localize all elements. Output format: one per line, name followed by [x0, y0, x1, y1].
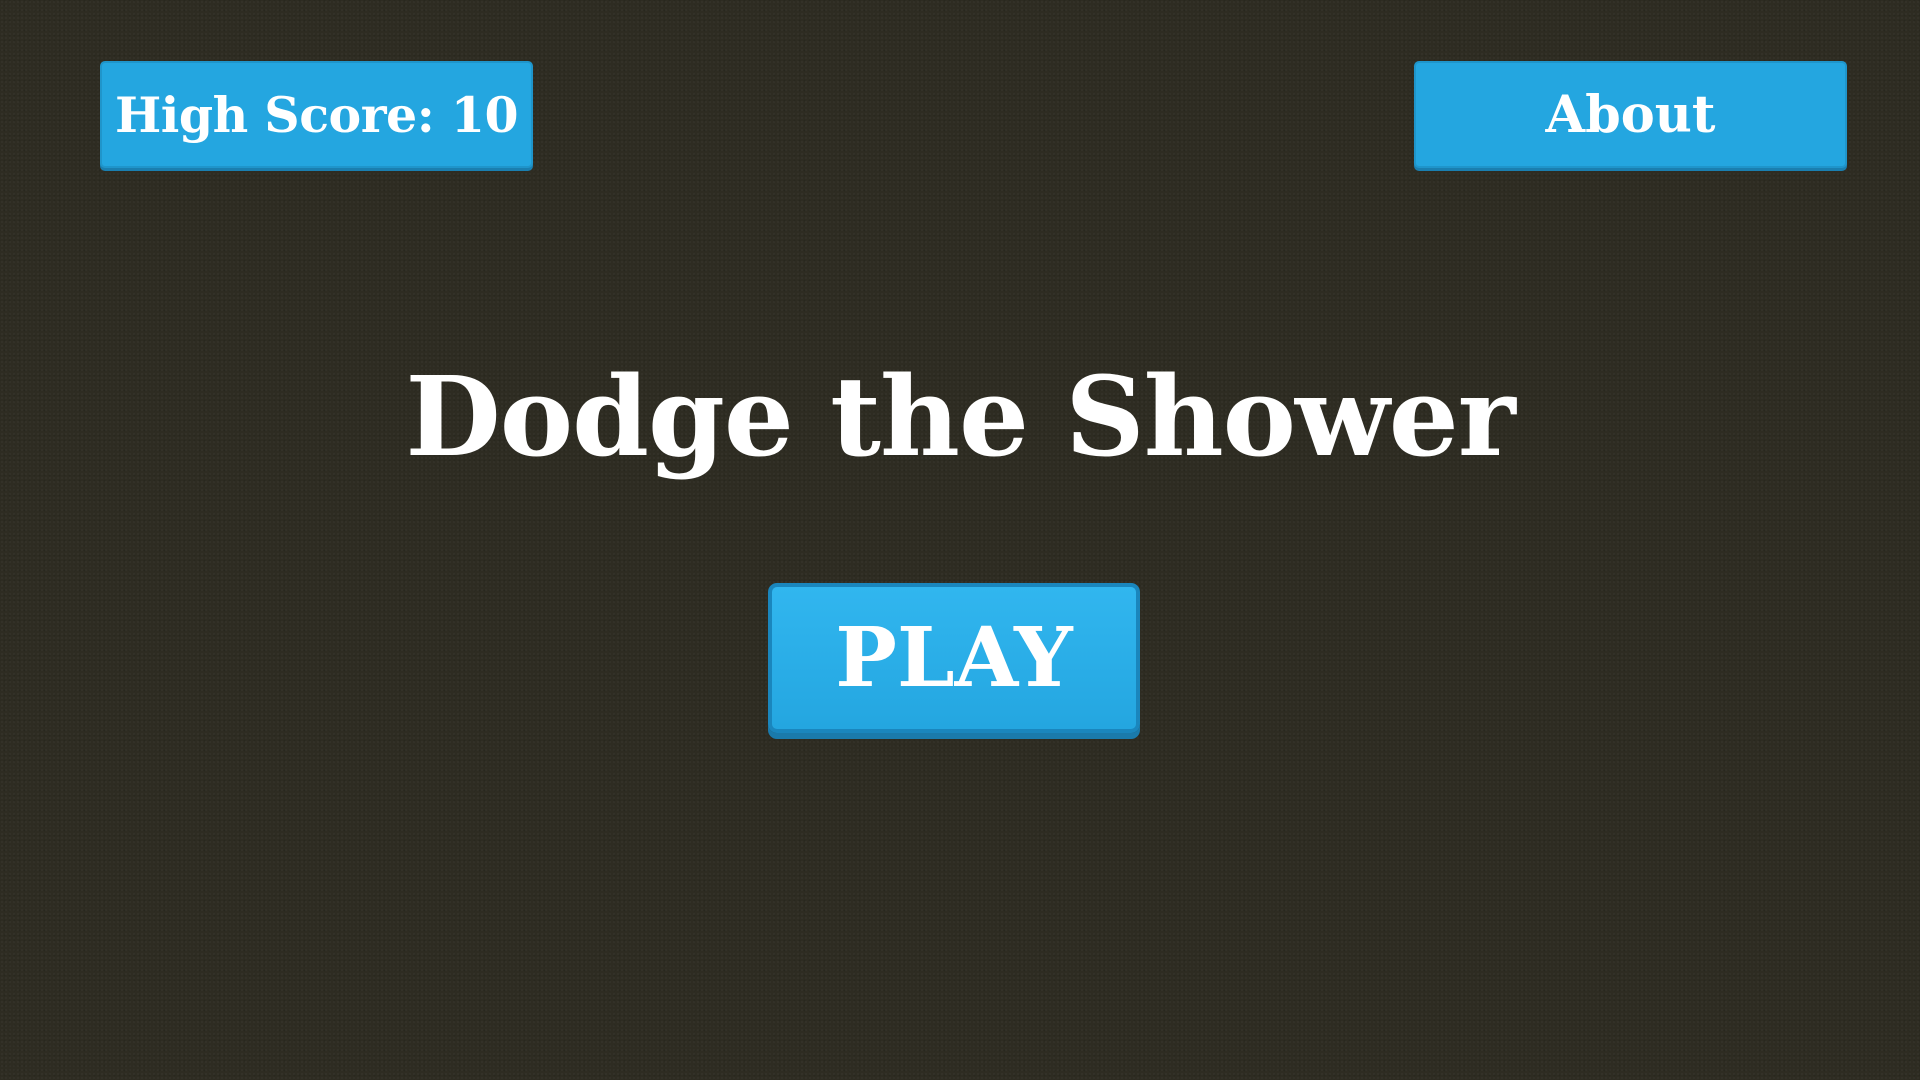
game-title: Dodge the Shower [405, 352, 1515, 481]
play-button[interactable]: PLAY [768, 583, 1140, 733]
high-score-display: High Score: 10 [100, 61, 533, 168]
about-button[interactable]: About [1414, 61, 1847, 168]
